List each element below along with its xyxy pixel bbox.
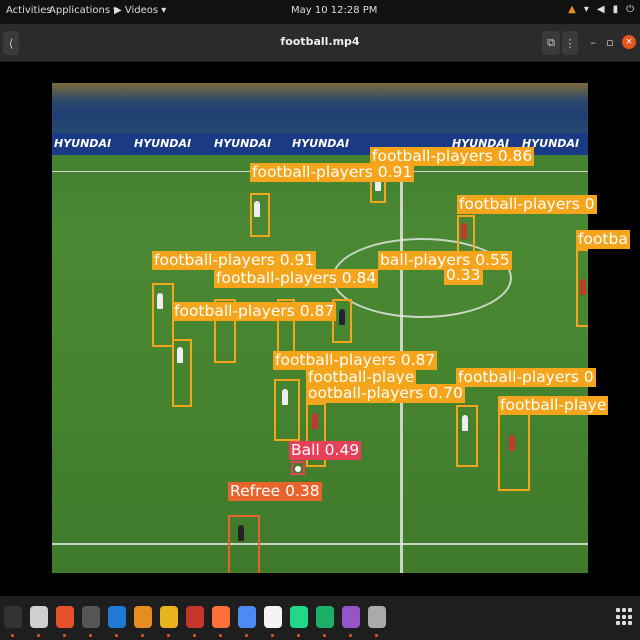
running-indicator [297, 634, 300, 637]
detection-label: football-players 0.87 [172, 302, 337, 321]
vlc-icon[interactable]: ▲ [568, 4, 576, 15]
detection-label: football-players 0.84 [214, 269, 379, 288]
close-button[interactable]: × [622, 35, 636, 49]
ad-board-text: HYUNDAI [54, 137, 112, 150]
color-app-icon[interactable] [186, 606, 204, 628]
ad-board-text: HYUNDAI [134, 137, 192, 150]
terminal-icon[interactable] [4, 606, 22, 628]
ball-detection-label: Ball 0.49 [289, 441, 362, 460]
battery-icon[interactable]: ▮ [613, 4, 619, 15]
running-indicator [115, 634, 118, 637]
detection-label: ootball-players 0.70 [306, 384, 465, 403]
running-indicator [193, 634, 196, 637]
detection-box [152, 283, 174, 347]
ball-detection-box [291, 461, 305, 475]
volume-icon[interactable]: ◀ [597, 4, 605, 15]
stadium-crowd [52, 83, 588, 133]
jetbrains-icon[interactable] [316, 606, 334, 628]
detection-label: football-players 0 [457, 195, 597, 214]
ad-board-text: HYUNDAI [214, 137, 272, 150]
running-indicator [63, 634, 66, 637]
detection-label: football-playe [498, 396, 609, 415]
running-indicator [349, 634, 352, 637]
running-indicator [167, 634, 170, 637]
window-titlebar: ⟨ football.mp4 ⧉ ⋮ – ▫ × [0, 24, 640, 62]
running-indicator [11, 634, 14, 637]
detection-label: footba [576, 230, 630, 249]
running-indicator [141, 634, 144, 637]
trash-icon[interactable] [368, 606, 386, 628]
pip-icon[interactable]: ⧉ [542, 31, 560, 55]
dock [0, 596, 640, 640]
show-applications-icon[interactable] [616, 608, 634, 626]
activities-button[interactable]: Activities [6, 5, 52, 16]
brave-icon[interactable] [56, 606, 74, 628]
touchline [52, 543, 588, 545]
files-icon[interactable] [30, 606, 48, 628]
videos-icon[interactable] [342, 606, 360, 628]
clock[interactable]: May 10 12:28 PM [291, 5, 377, 16]
text-editor-icon[interactable] [264, 606, 282, 628]
running-indicator [37, 634, 40, 637]
system-tray[interactable]: ▲ ▾ ◀ ▮ ⏻ [568, 4, 634, 15]
chrome-icon[interactable] [238, 606, 256, 628]
ad-board-text: HYUNDAI [292, 137, 350, 150]
power-icon[interactable]: ⏻ [626, 4, 634, 15]
detection-label: football-players 0.91 [250, 163, 415, 182]
referee-detection-label: Refree 0.38 [228, 482, 322, 501]
detection-box [250, 193, 270, 237]
running-indicator [245, 634, 248, 637]
vscode-icon[interactable] [108, 606, 126, 628]
pycharm-icon[interactable] [290, 606, 308, 628]
minimize-button[interactable]: – [586, 34, 600, 50]
video-player[interactable]: HYUNDAI HYUNDAI HYUNDAI HYUNDAI HYUNDAI … [0, 63, 640, 596]
detection-box [576, 249, 588, 327]
detection-box [498, 413, 530, 491]
referee-detection-box [228, 515, 260, 573]
detection-box [456, 405, 478, 467]
network-icon[interactable]: ▾ [584, 4, 589, 15]
obs-icon[interactable] [82, 606, 100, 628]
menu-icon[interactable]: ⋮ [562, 31, 578, 55]
running-indicator [219, 634, 222, 637]
running-indicator [271, 634, 274, 637]
videos-app-menu[interactable]: ▶ Videos ▾ [114, 5, 166, 16]
ubuntu-software-icon[interactable] [134, 606, 152, 628]
detection-box [274, 379, 300, 441]
detection-label: football-players 0.91 [152, 251, 317, 270]
rhythmbox-icon[interactable] [160, 606, 178, 628]
running-indicator [323, 634, 326, 637]
running-indicator [89, 634, 92, 637]
running-indicator [375, 634, 378, 637]
detection-box [172, 339, 192, 407]
system-top-bar: Activities Applications ▾ ▶ Videos ▾ May… [0, 0, 640, 24]
maximize-button[interactable]: ▫ [603, 34, 617, 50]
applications-menu[interactable]: Applications ▾ [49, 5, 118, 16]
detection-label: football-players 0 [456, 368, 596, 387]
detection-label: 0.33 [444, 266, 483, 285]
firefox-icon[interactable] [212, 606, 230, 628]
